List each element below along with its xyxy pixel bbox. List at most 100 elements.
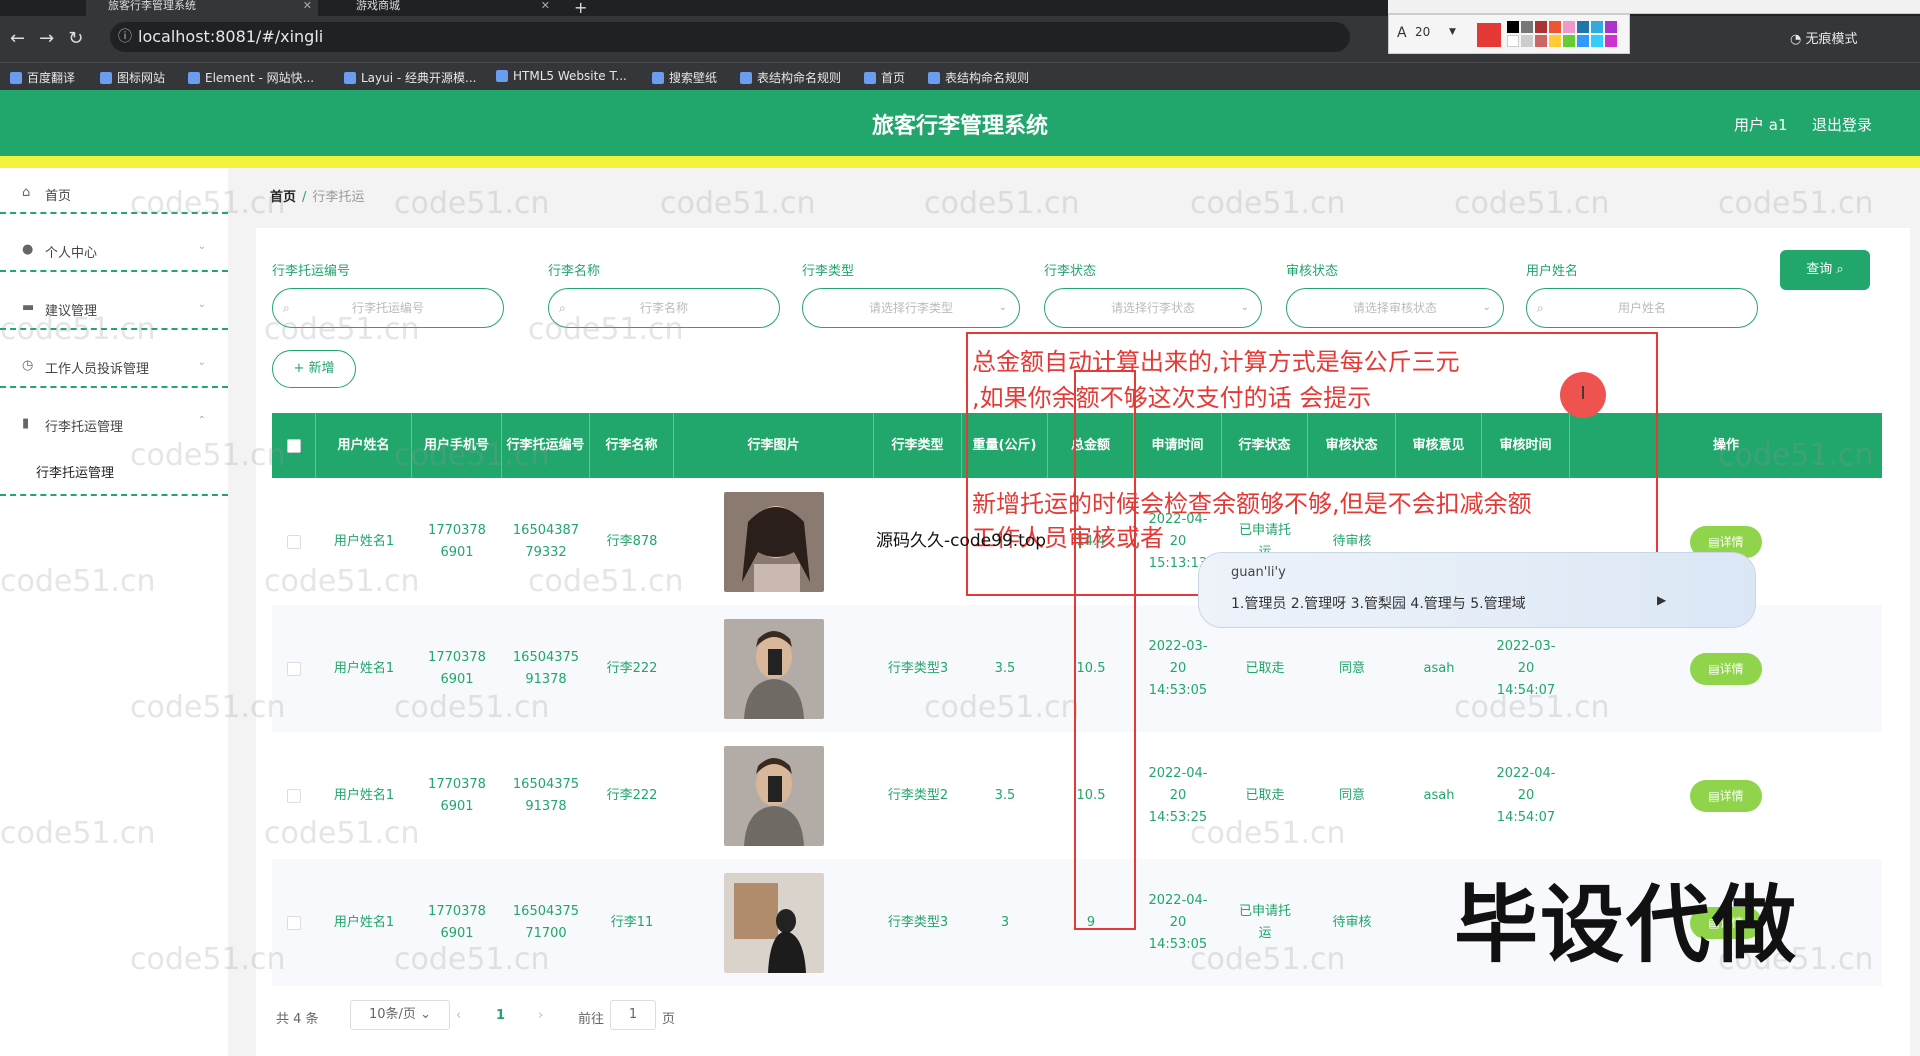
bookmark[interactable]: 首页	[864, 69, 905, 86]
add-button[interactable]: + 新增	[272, 350, 356, 388]
select-all-checkbox[interactable]	[286, 438, 301, 453]
sidebar-subitem-luggage-management[interactable]: 行李托运管理	[36, 462, 114, 481]
luggage-photo[interactable]	[724, 618, 824, 719]
info-icon[interactable]: ⓘ	[118, 22, 132, 52]
luggage-photo[interactable]	[724, 745, 824, 846]
color-swatch[interactable]	[1577, 35, 1589, 47]
luggage-number-input[interactable]: ⌕ 行李托运编号	[272, 288, 504, 328]
detail-button[interactable]: ▤ 详情	[1690, 779, 1762, 812]
sidebar-item-luggage[interactable]: ▮ 行李托运管理 ⌃	[0, 399, 228, 455]
bookmark-icon	[10, 72, 22, 84]
cell-photo	[674, 859, 874, 986]
bookmark[interactable]: 搜索壁纸	[652, 69, 717, 86]
suggestion-icon: ▬	[22, 300, 35, 315]
sidebar-divider	[0, 386, 228, 388]
row-checkbox[interactable]	[287, 661, 301, 676]
app-title: 旅客行李管理系统	[871, 114, 1048, 139]
color-swatch[interactable]	[1535, 21, 1547, 33]
filter-label: 行李托运编号	[272, 264, 351, 279]
luggage-photo[interactable]	[724, 872, 824, 973]
current-page[interactable]: 1	[496, 1008, 505, 1023]
select-placeholder: 请选择行李状态	[1110, 301, 1195, 315]
back-icon[interactable]: ←	[10, 28, 39, 49]
detail-button[interactable]: ▤ 详情	[1690, 652, 1762, 685]
search-icon: ⌕	[1537, 301, 1544, 315]
audit-status-select[interactable]: 请选择审核状态 ⌄	[1286, 288, 1504, 328]
sidebar-divider	[0, 270, 228, 272]
breadcrumb-home[interactable]: 首页	[270, 190, 296, 205]
color-swatch[interactable]	[1605, 21, 1617, 33]
luggage-icon: ▮	[22, 416, 30, 431]
annotation-style-panel: A 20 ▼	[1388, 14, 1630, 54]
bookmark[interactable]: Element - 网站快...	[188, 69, 314, 86]
sidebar-item-complaints[interactable]: ◷ 工作人员投诉管理 ⌄	[0, 341, 228, 397]
close-tab-icon[interactable]: ✕	[303, 0, 312, 12]
chevron-down-icon[interactable]: ▼	[1449, 27, 1456, 37]
browser-nav-icons[interactable]: ←→↻	[10, 28, 97, 49]
bookmark[interactable]: Layui - 经典开源模...	[344, 69, 476, 86]
color-swatch[interactable]	[1549, 21, 1561, 33]
close-tab-icon[interactable]: ✕	[541, 0, 550, 12]
next-page-icon[interactable]: ›	[538, 1008, 543, 1023]
header-accent-strip	[0, 156, 1920, 168]
url-field[interactable]: ⓘ localhost:8081/#/xingli	[110, 22, 1350, 52]
row-checkbox[interactable]	[287, 915, 301, 930]
row-select-cell	[272, 859, 316, 986]
input-placeholder: 用户姓名	[1617, 301, 1666, 315]
browser-tab-active[interactable]: 旅客行李管理系统 ✕	[86, 0, 318, 16]
bookmark[interactable]: 百度翻译	[10, 69, 75, 86]
chevron-down-icon: ⌄	[197, 241, 206, 252]
select-all-cell	[272, 413, 316, 478]
button-label: 详情	[1719, 534, 1744, 549]
reload-icon[interactable]: ↻	[68, 28, 97, 49]
sidebar-item-profile[interactable]: ● 个人中心 ⌄	[0, 225, 228, 281]
page-size-select[interactable]: 10条/页 ⌄	[350, 1000, 450, 1030]
forward-icon[interactable]: →	[39, 28, 68, 49]
sidebar-item-suggestions[interactable]: ▬ 建议管理 ⌄	[0, 283, 228, 339]
ime-candidates[interactable]: 1.管理员 2.管理呀 3.管梨园 4.管理与 5.管理域	[1231, 593, 1526, 613]
font-size-value[interactable]: 20	[1415, 25, 1430, 39]
cell-apply-time: 2022-04-20 14:53:05	[1148, 892, 1208, 952]
query-button[interactable]: 查询 ⌕	[1780, 250, 1870, 290]
font-icon[interactable]: A	[1397, 25, 1407, 41]
cell-number: 1650437591378	[512, 649, 580, 687]
cell-user: 用户姓名1	[333, 533, 395, 549]
chevron-right-icon[interactable]: ▶	[1657, 593, 1666, 607]
color-swatch[interactable]	[1563, 35, 1575, 47]
color-swatch[interactable]	[1535, 35, 1547, 47]
row-checkbox[interactable]	[287, 534, 301, 549]
column-header: 用户手机号	[412, 413, 502, 478]
prev-page-icon[interactable]: ‹	[456, 1008, 461, 1023]
luggage-photo[interactable]	[724, 491, 824, 592]
color-swatch[interactable]	[1521, 35, 1533, 47]
color-swatch[interactable]	[1563, 21, 1575, 33]
current-color-swatch[interactable]	[1477, 23, 1501, 47]
bookmark[interactable]: 表结构命名规则	[928, 69, 1029, 86]
new-tab-icon[interactable]: +	[574, 0, 587, 17]
bookmark[interactable]: 表结构命名规则	[740, 69, 841, 86]
color-swatch[interactable]	[1591, 35, 1603, 47]
color-swatch[interactable]	[1605, 35, 1617, 47]
color-swatch[interactable]	[1549, 35, 1561, 47]
logout-link[interactable]: 退出登录	[1812, 114, 1872, 135]
luggage-name-input[interactable]: ⌕ 行李名称	[548, 288, 780, 328]
input-placeholder: 行李名称	[639, 301, 688, 315]
sidebar-item-home[interactable]: ⌂ 首页	[0, 168, 228, 224]
bookmark[interactable]: 图标网站	[100, 69, 165, 86]
filter-label: 行李状态	[1044, 264, 1097, 279]
color-swatch[interactable]	[1521, 21, 1533, 33]
luggage-type-select[interactable]: 请选择行李类型 ⌄	[802, 288, 1020, 328]
color-swatch[interactable]	[1507, 21, 1519, 33]
browser-tab[interactable]: 游戏商城 ✕	[334, 0, 556, 16]
annotation-tool-row[interactable]	[1388, 0, 1920, 14]
row-checkbox[interactable]	[287, 788, 301, 803]
color-swatch[interactable]	[1507, 35, 1519, 47]
goto-page-input[interactable]: 1	[610, 1000, 656, 1030]
bookmark[interactable]: HTML5 Website T...	[496, 69, 627, 83]
user-name-input[interactable]: ⌕ 用户姓名	[1526, 288, 1758, 328]
color-swatch[interactable]	[1577, 21, 1589, 33]
luggage-status-select[interactable]: 请选择行李状态 ⌄	[1044, 288, 1262, 328]
bookmark-icon	[100, 72, 112, 84]
chevron-down-icon: ⌄	[197, 299, 206, 310]
color-swatch[interactable]	[1591, 21, 1603, 33]
